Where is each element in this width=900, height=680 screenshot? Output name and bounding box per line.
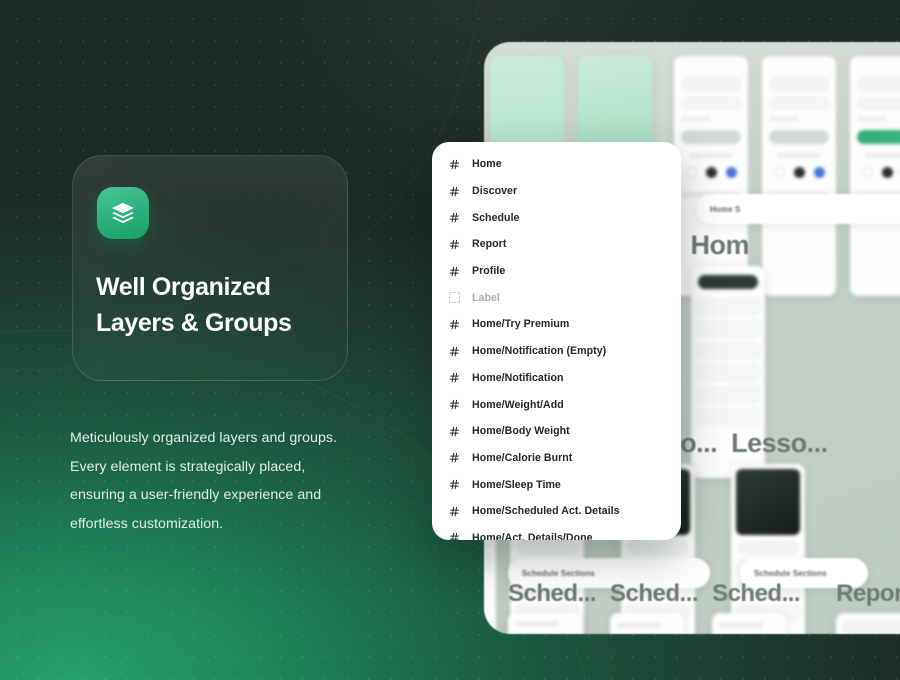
layer-row-label: Home/Scheduled Act. Details xyxy=(472,505,620,518)
layer-row[interactable]: Home/Notification xyxy=(432,365,681,392)
layer-row-label: Home/Sleep Time xyxy=(472,478,561,491)
hash-icon xyxy=(449,532,460,540)
hero-card: Well Organized Layers & Groups xyxy=(72,155,348,381)
layer-row-label: Home/Notification xyxy=(472,371,564,384)
layer-row-label: Label xyxy=(472,291,500,304)
layer-row[interactable]: Schedule xyxy=(432,204,681,231)
mockup-screen-sched-2 xyxy=(610,613,685,634)
layers-stack-icon xyxy=(97,187,149,239)
mockup-screen-report-1 xyxy=(836,613,900,634)
hash-icon xyxy=(449,399,460,410)
hash-icon xyxy=(449,452,460,463)
layer-row[interactable]: Home/Body Weight xyxy=(432,418,681,445)
frame-group-sched-2: Sched... xyxy=(610,582,699,634)
page-title-line-1: Well Organized xyxy=(96,273,271,301)
layer-row[interactable]: Home/Sleep Time xyxy=(432,471,681,498)
layer-row[interactable]: Home/Act. Details/Done xyxy=(432,525,681,540)
mockup-screen-sched-1 xyxy=(508,613,582,634)
hash-icon xyxy=(449,212,460,223)
layer-row[interactable]: Home/Calorie Burnt xyxy=(432,445,681,472)
mockup-screen-signin-filled xyxy=(850,56,900,296)
layer-row-label: Home/Act. Details/Done xyxy=(472,531,593,540)
layer-row-label: Schedule xyxy=(472,211,520,224)
layer-row[interactable]: Discover xyxy=(432,178,681,205)
layer-row[interactable]: Home/Scheduled Act. Details xyxy=(432,498,681,525)
hash-icon xyxy=(449,346,460,357)
frame-group-sched-1: Sched... xyxy=(508,582,597,634)
mockup-screen-sched-3 xyxy=(712,613,787,634)
hash-icon xyxy=(449,239,460,250)
layer-row[interactable]: Report xyxy=(432,231,681,258)
layer-row-label: Profile xyxy=(472,265,506,278)
hash-icon xyxy=(449,372,460,383)
layer-row-label: Home/Try Premium xyxy=(472,318,570,331)
hero-description-line-1: Meticulously organized layers and groups… xyxy=(70,430,338,446)
hash-icon xyxy=(449,159,460,170)
hero-description-line-4: effortless customization. xyxy=(70,516,224,533)
layers-panel[interactable]: Home Discover Schedule Report Profile Label Ho… xyxy=(432,142,681,540)
hero-description: Meticulously organized layers and groups… xyxy=(70,424,380,539)
frame-group-sched-3: Sched... xyxy=(712,582,801,634)
layer-row-label: Home xyxy=(472,158,502,171)
layer-row-label: Home/Calorie Burnt xyxy=(472,451,573,464)
hash-icon xyxy=(449,479,460,490)
page-title-line-2: Layers & Groups xyxy=(96,308,292,337)
dotted-placeholder-icon xyxy=(449,292,460,304)
hash-icon xyxy=(449,186,460,197)
layer-row[interactable]: Label xyxy=(432,284,681,311)
layer-row-label: Home/Notification (Empty) xyxy=(472,345,607,358)
board-row-schedule: Sched... Sched... Sched... Repor xyxy=(508,582,900,634)
layer-row[interactable]: Home/Notification (Empty) xyxy=(432,338,681,365)
layer-row-label: Report xyxy=(472,238,507,251)
hash-icon xyxy=(449,506,460,517)
layer-row-label: Home/Body Weight xyxy=(472,425,570,438)
layer-row[interactable]: Home/Weight/Add xyxy=(432,391,681,418)
hero-description-line-2: Every element is strategically placed, xyxy=(70,458,306,475)
hash-icon xyxy=(449,266,460,277)
hero-description-line-3: ensuring a user-friendly experience and xyxy=(70,487,322,504)
frame-group-report-1: Repor... xyxy=(836,582,900,634)
hash-icon xyxy=(449,426,460,437)
page-title: Well Organized Layers & Groups xyxy=(96,270,346,341)
layer-row[interactable]: Home/Try Premium xyxy=(432,311,681,338)
screenshot-root: Home S d... xyxy=(0,0,900,680)
layer-row-label: Home/Weight/Add xyxy=(472,398,564,411)
layer-row-label: Discover xyxy=(472,185,518,198)
layer-row[interactable]: Home xyxy=(432,151,681,178)
layer-row[interactable]: Profile xyxy=(432,258,681,285)
section-pill-home: Home S xyxy=(696,194,900,224)
hash-icon xyxy=(449,319,460,330)
mockup-screen-signin-2 xyxy=(762,56,836,296)
